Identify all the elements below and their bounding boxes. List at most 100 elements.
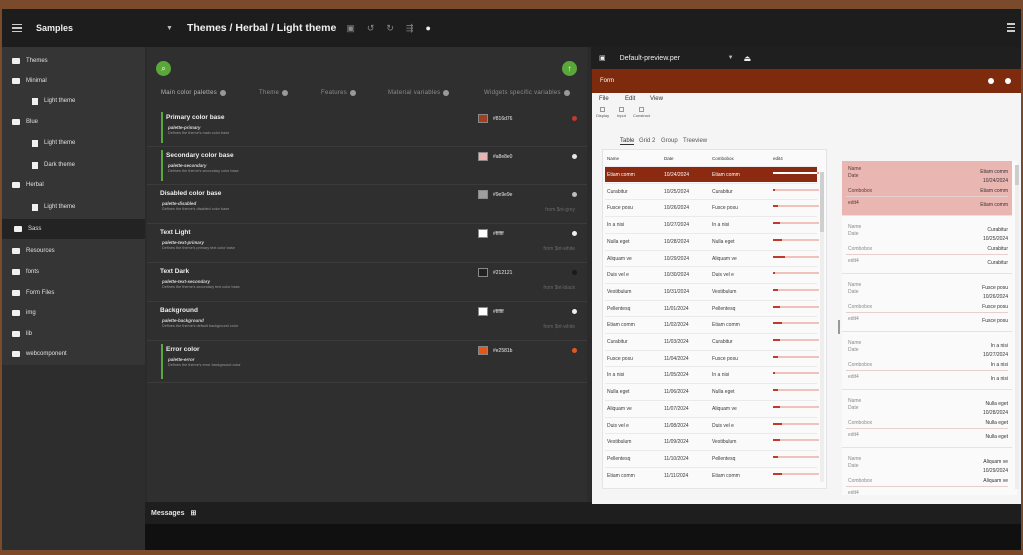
record-card[interactable]: Name Fusce posu Date 10/26/2024 Combobox Fusc… [842, 277, 1012, 332]
cell-slider[interactable] [773, 472, 819, 475]
reset-dot-icon[interactable] [572, 116, 577, 121]
toolbar-display[interactable]: Display [596, 107, 609, 118]
table-scrollbar[interactable] [820, 172, 824, 482]
tree-item-minimal[interactable]: Minimal [12, 71, 47, 91]
table-row[interactable]: In a nisi 11/05/2024 In a nisi [605, 366, 819, 382]
cell-slider[interactable] [773, 439, 819, 442]
tree-item-img[interactable]: img [12, 303, 36, 323]
tab-table[interactable]: Table [620, 138, 635, 145]
tree-item-blue[interactable]: Blue [12, 112, 38, 132]
color-hex-value[interactable]: #a8e8e0 [493, 154, 512, 160]
record-card[interactable]: Name Nulla eget Date 10/28/2024 Combobox Null… [842, 393, 1012, 448]
color-swatch[interactable] [478, 307, 488, 316]
menu-edit[interactable]: Edit [625, 96, 635, 102]
reset-dot-icon[interactable] [572, 231, 577, 236]
table-row[interactable]: Vestibulum 11/09/2024 Vestibulum [605, 433, 819, 449]
search-icon[interactable]: ⌕ [156, 61, 171, 76]
cell-slider[interactable] [773, 322, 819, 325]
menu-view[interactable]: View [650, 96, 663, 102]
table-row[interactable]: Aliquam ve 10/29/2024 Aliquam ve [605, 249, 819, 266]
tree-item-form-files[interactable]: Form Files [12, 283, 54, 303]
scrollbar-thumb[interactable] [820, 172, 824, 232]
scrollbar-thumb[interactable] [1015, 165, 1019, 185]
table-row[interactable]: In a nisi 10/27/2024 In a nisi [605, 216, 819, 232]
preview-icon[interactable]: ▣ [599, 54, 606, 62]
undo-icon[interactable]: ↺ [367, 23, 375, 34]
chevron-down-icon[interactable]: ▼ [166, 25, 173, 32]
column-header-edit4[interactable]: edit4 [773, 156, 783, 161]
palette-row[interactable]: Secondary color base palette-secondary Def… [147, 147, 587, 185]
cell-slider[interactable] [773, 188, 819, 191]
reset-dot-icon[interactable] [572, 192, 577, 197]
record-card[interactable]: Name Aliquam ve Date 10/29/2024 Combobox Aliq… [842, 451, 1012, 495]
table-row[interactable]: Nulla eget 10/28/2024 Nulla eget [605, 232, 819, 249]
settings-icon[interactable] [1005, 78, 1011, 84]
toolbar-construct[interactable]: Construct [633, 107, 650, 118]
color-hex-value[interactable]: #816d76 [493, 116, 512, 122]
tree-item-themes[interactable]: Themes [12, 51, 48, 71]
reset-dot-icon[interactable] [572, 309, 577, 314]
expand-icon[interactable]: ⊞ [190, 509, 196, 517]
color-swatch[interactable] [478, 152, 488, 161]
tree-item-resources[interactable]: Resources [12, 241, 55, 261]
cell-slider[interactable] [773, 389, 819, 392]
tree-item-herbal-light[interactable]: Light theme [32, 197, 75, 217]
menu-file[interactable]: File [599, 96, 609, 102]
palette-row[interactable]: Primary color base palette-primary Defines… [147, 109, 587, 147]
cell-slider[interactable] [773, 422, 819, 425]
project-selector[interactable]: Samples [36, 23, 166, 33]
cell-slider[interactable] [773, 405, 819, 408]
palette-row[interactable]: Text Dark palette-text-secondary Defines t… [147, 263, 587, 302]
table-row[interactable]: Etiam comm 11/11/2024 Etiam comm [605, 466, 819, 483]
cell-slider[interactable] [773, 305, 819, 308]
cell-slider[interactable] [773, 355, 819, 358]
color-swatch[interactable] [478, 114, 488, 123]
cell-slider[interactable] [773, 172, 819, 174]
palette-row[interactable]: Text Light palette-text-primary Defines th… [147, 224, 587, 263]
upload-icon[interactable]: ↑ [562, 61, 577, 76]
reset-dot-icon[interactable] [572, 270, 577, 275]
tree-item-minimal-light[interactable]: Light theme [32, 91, 75, 111]
cell-slider[interactable] [773, 455, 819, 458]
tree-item-lib[interactable]: lib [12, 324, 32, 344]
cell-slider[interactable] [773, 272, 819, 275]
tab-group[interactable]: Group [661, 138, 678, 144]
table-row[interactable]: Pellentesq 11/01/2024 Pellentesq [605, 299, 819, 316]
cell-slider[interactable] [773, 339, 819, 341]
panel-splitter[interactable] [838, 320, 840, 334]
tab-theme[interactable]: Theme [259, 90, 289, 96]
table-row[interactable]: Etiam comm 11/02/2024 Etiam comm [605, 316, 819, 332]
color-swatch[interactable] [478, 229, 488, 238]
tab-features[interactable]: Features [321, 90, 357, 96]
column-header-date[interactable]: Date [664, 156, 674, 161]
color-hex-value[interactable]: #ffffff [493, 231, 504, 237]
table-row[interactable]: Duis vel e 11/08/2024 Duis vel e [605, 416, 819, 433]
user-icon[interactable]: ⏏ [744, 54, 752, 63]
tab-treeview[interactable]: Treeview [683, 138, 707, 144]
color-hex-value[interactable]: #ffffff [493, 309, 504, 315]
table-row[interactable]: Fusce posu 10/26/2024 Fusce posu [605, 199, 819, 215]
table-row[interactable]: Vestibulum 10/31/2024 Vestibulum [605, 282, 819, 299]
save-icon[interactable]: ▣ [346, 23, 355, 34]
tab-main-color-palettes[interactable]: Main color palettes [161, 90, 227, 96]
record-card[interactable]: Name Etiam comm Date 10/24/2024 Combobox Etia… [842, 161, 1012, 216]
palette-row[interactable]: Error color palette-error Defines the them… [147, 341, 587, 383]
toolbar-input[interactable]: Input [617, 107, 626, 118]
chevron-down-icon[interactable]: ▼ [728, 55, 734, 61]
tab-widgets-variables[interactable]: Widgets specific variables [484, 90, 570, 96]
more-menu-icon[interactable] [1007, 23, 1015, 32]
messages-bar[interactable]: Messages ⊞ [145, 502, 1021, 524]
tree-item-blue-light[interactable]: Light theme [32, 133, 75, 153]
table-row[interactable]: Curabitur 11/03/2024 Curabitur [605, 333, 819, 349]
cell-slider[interactable] [773, 255, 819, 258]
reset-dot-icon[interactable] [572, 348, 577, 353]
tree-item-sass[interactable]: Sass [2, 219, 145, 239]
cell-slider[interactable] [773, 222, 819, 225]
table-row[interactable]: Etiam comm 10/24/2024 Etiam comm [605, 166, 819, 182]
cell-slider[interactable] [773, 205, 819, 208]
cell-slider[interactable] [773, 372, 819, 375]
preview-file-selector[interactable]: Default-preview.per [620, 55, 720, 62]
record-card[interactable]: Name In a nisi Date 10/27/2024 Combobox In a … [842, 335, 1012, 390]
column-header-combobox[interactable]: Combobox [712, 156, 734, 161]
color-hex-value[interactable]: #212121 [493, 270, 512, 276]
